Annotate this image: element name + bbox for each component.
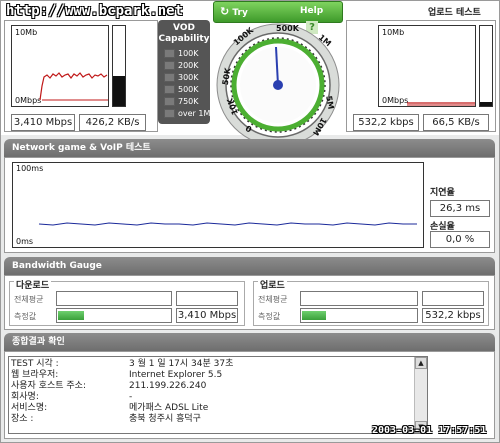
help-label: Help	[300, 6, 324, 16]
download-level-meter	[112, 25, 126, 107]
latency-trace	[38, 222, 417, 226]
summary-key: 서비스명:	[11, 403, 48, 413]
summary-row: 서비스명: 메가패스 ADSL Lite	[11, 403, 421, 414]
upload-measured-value: 532,2 kbps	[422, 308, 484, 323]
upload-title: 업로드 테스트	[428, 8, 481, 18]
summary-header: 종합결과 확인	[4, 333, 495, 351]
summary-value: 211.199.226.240	[129, 381, 207, 391]
upload-avg-value	[422, 291, 484, 306]
summary-key: 사용자 호스트 주소:	[11, 381, 86, 391]
help-button[interactable]: Help ?	[300, 3, 340, 34]
vod-title-line1: VOD	[173, 23, 195, 33]
vod-item: 100K	[164, 48, 212, 59]
vod-title-line2: Capability	[158, 34, 210, 44]
summary-row: 회사명: -	[11, 392, 421, 403]
vod-item: 200K	[164, 60, 212, 71]
upload-level-fill	[480, 102, 492, 106]
download-measured-fill	[58, 311, 84, 320]
summary-value: Internet Explorer 5.5	[129, 370, 223, 380]
summary-key: 웹 브라우저:	[11, 370, 59, 380]
vod-led-icon	[164, 85, 175, 94]
download-speed-kbs: 426,2 KB/s	[79, 114, 146, 131]
vod-title: VOD Capability	[158, 23, 210, 45]
download-avg-value	[176, 291, 238, 306]
upload-avg-bar	[300, 291, 418, 306]
summary-row: TEST 시각 : 3 월 1 일 17시 34분 37초	[11, 359, 421, 370]
download-measured-value: 3,410 Mbps	[176, 308, 238, 323]
summary-value: 메가패스 ADSL Lite	[129, 403, 209, 413]
vod-item: 750K	[164, 96, 212, 107]
meter-scale-500k: 500K	[276, 24, 299, 33]
watermark: http://www.bcpark.net	[6, 3, 184, 19]
download-level-fill	[113, 76, 125, 106]
summary-key: 장소 :	[11, 414, 34, 424]
vod-led-icon	[164, 97, 175, 106]
upload-speed-kbs: 66,5 KB/s	[423, 114, 489, 131]
vod-item: over 1M	[164, 108, 212, 119]
summary-value: 충북 청주시 흥덕구	[129, 414, 201, 424]
vod-led-icon	[164, 73, 175, 82]
vod-item: 500K	[164, 84, 212, 95]
summary-key: TEST 시각 :	[11, 359, 59, 369]
vod-led-icon	[164, 61, 175, 70]
refresh-icon: ↻	[220, 5, 230, 18]
upload-graph: 10Mb 0Mbps	[378, 25, 476, 107]
network-game-header: Network game & VoIP 테스트	[4, 139, 495, 157]
upload-avg-label: 전체평균	[258, 295, 288, 304]
summary-value: 3 월 1 일 17시 34분 37초	[129, 359, 234, 369]
vod-item: 300K	[164, 72, 212, 83]
summary-row: 웹 브라우저: Internet Explorer 5.5	[11, 370, 421, 381]
download-measured-bar	[56, 308, 172, 323]
upload-measured-fill	[302, 311, 326, 320]
summary-textarea[interactable]: TEST 시각 : 3 월 1 일 17시 34분 37초 웹 브라우저: In…	[8, 356, 428, 434]
vod-item-label: 200K	[178, 61, 199, 70]
download-trace	[39, 72, 108, 101]
upload-measured-bar	[300, 308, 418, 323]
try-again-button[interactable]: ↻ Try Again	[216, 3, 276, 35]
download-speed-mbps: 3,410 Mbps	[11, 114, 75, 131]
download-avg-bar	[56, 291, 172, 306]
download-gauge-title: 다운로드	[14, 278, 52, 291]
upload-trace	[407, 102, 475, 106]
vod-item-label: 100K	[178, 49, 199, 58]
timestamp: 2003-03-01 17:57:51	[372, 425, 487, 436]
vod-item-label: over 1M	[178, 109, 211, 118]
summary-scrollbar[interactable]: ▲ ▼	[414, 357, 427, 433]
latency-value: 26,3 ms	[430, 200, 490, 217]
summary-value: -	[129, 392, 133, 402]
vod-led-icon	[164, 109, 175, 118]
upload-level-meter	[479, 25, 493, 107]
upload-speed-kbps: 532,2 kbps	[353, 114, 419, 131]
vod-list: 100K 200K 300K 500K 750K over 1M	[164, 48, 212, 122]
summary-row: 장소 : 충북 청주시 흥덕구	[11, 414, 421, 425]
download-avg-label: 전체평균	[14, 295, 44, 304]
upload-measured-label: 측정값	[258, 312, 281, 321]
vod-item-label: 300K	[178, 73, 199, 82]
summary-key: 회사명:	[11, 392, 39, 402]
vod-item-label: 500K	[178, 85, 199, 94]
summary-row: 사용자 호스트 주소: 211.199.226.240	[11, 381, 421, 392]
vod-led-icon	[164, 49, 175, 58]
latency-graph: 100ms 0ms	[12, 162, 424, 248]
latency-label: 지연율	[430, 188, 455, 198]
upload-gauge-title: 업로드	[258, 278, 287, 291]
download-measured-label: 측정값	[14, 312, 37, 321]
bandwidth-gauge-header: Bandwidth Gauge	[4, 257, 495, 275]
scroll-up-icon[interactable]: ▲	[415, 357, 427, 369]
download-graph: 10Mb 0Mbps	[11, 25, 109, 107]
loss-value: 0,0 %	[430, 231, 490, 248]
vod-item-label: 750K	[178, 97, 199, 106]
